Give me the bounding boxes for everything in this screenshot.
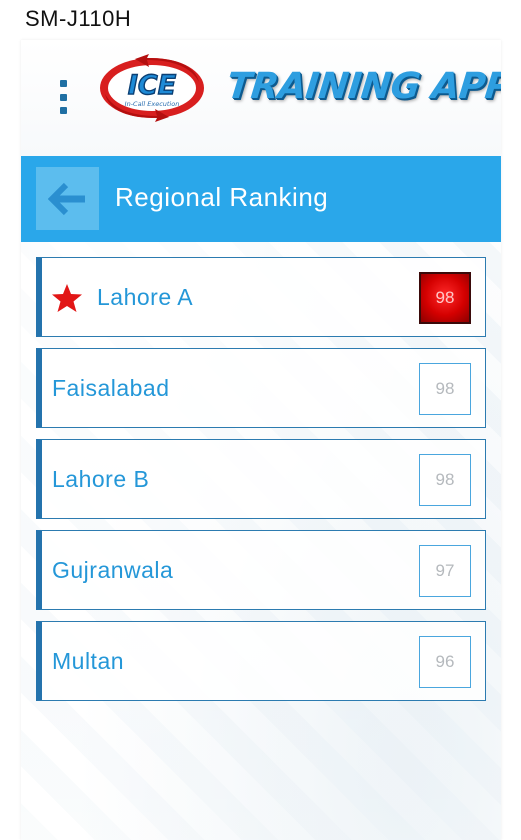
- app-header: ICE In-Call Execution TRAINING APP: [21, 40, 501, 156]
- ranking-item-gujranwala[interactable]: Gujranwala 97: [36, 530, 486, 610]
- ranking-item-name: Multan: [52, 648, 125, 674]
- ice-logo: ICE In-Call Execution: [100, 54, 204, 122]
- ranking-item-multan[interactable]: Multan 96: [36, 621, 486, 701]
- menu-button[interactable]: [53, 80, 73, 114]
- ranking-item-name: Lahore A: [97, 284, 194, 310]
- score-badge: 98: [419, 454, 471, 506]
- app-window: ICE In-Call Execution TRAINING APP Regio…: [21, 40, 501, 840]
- menu-dot-icon: [59, 107, 67, 114]
- ranking-item-faisalabad[interactable]: Faisalabad 98: [36, 348, 486, 428]
- page-title: Regional Ranking: [115, 182, 329, 212]
- logo-text: ICE: [128, 70, 177, 101]
- score-badge: 97: [419, 545, 471, 597]
- score-badge: 98: [419, 363, 471, 415]
- logo-subtext: In-Call Execution: [125, 100, 180, 108]
- ranking-list: Lahore A 98 Faisalabad 98 Lahore B 98 Gu…: [36, 257, 486, 712]
- ranking-item-name: Faisalabad: [52, 375, 170, 401]
- back-button[interactable]: [36, 167, 99, 230]
- title-bar: Regional Ranking: [21, 156, 501, 242]
- ranking-item-lahore-b[interactable]: Lahore B 98: [36, 439, 486, 519]
- ranking-item-name: Gujranwala: [52, 557, 174, 583]
- arrow-left-icon: [47, 182, 85, 215]
- menu-dot-icon: [59, 93, 67, 101]
- app-title: TRAINING APP: [224, 66, 501, 107]
- score-badge: 98: [419, 272, 471, 324]
- score-badge: 96: [419, 636, 471, 688]
- device-name: SM-J110H: [25, 6, 132, 31]
- menu-dot-icon: [59, 80, 67, 87]
- star-icon: [52, 284, 82, 312]
- ranking-item-lahore-a[interactable]: Lahore A 98: [36, 257, 486, 337]
- ranking-item-name: Lahore B: [52, 466, 150, 492]
